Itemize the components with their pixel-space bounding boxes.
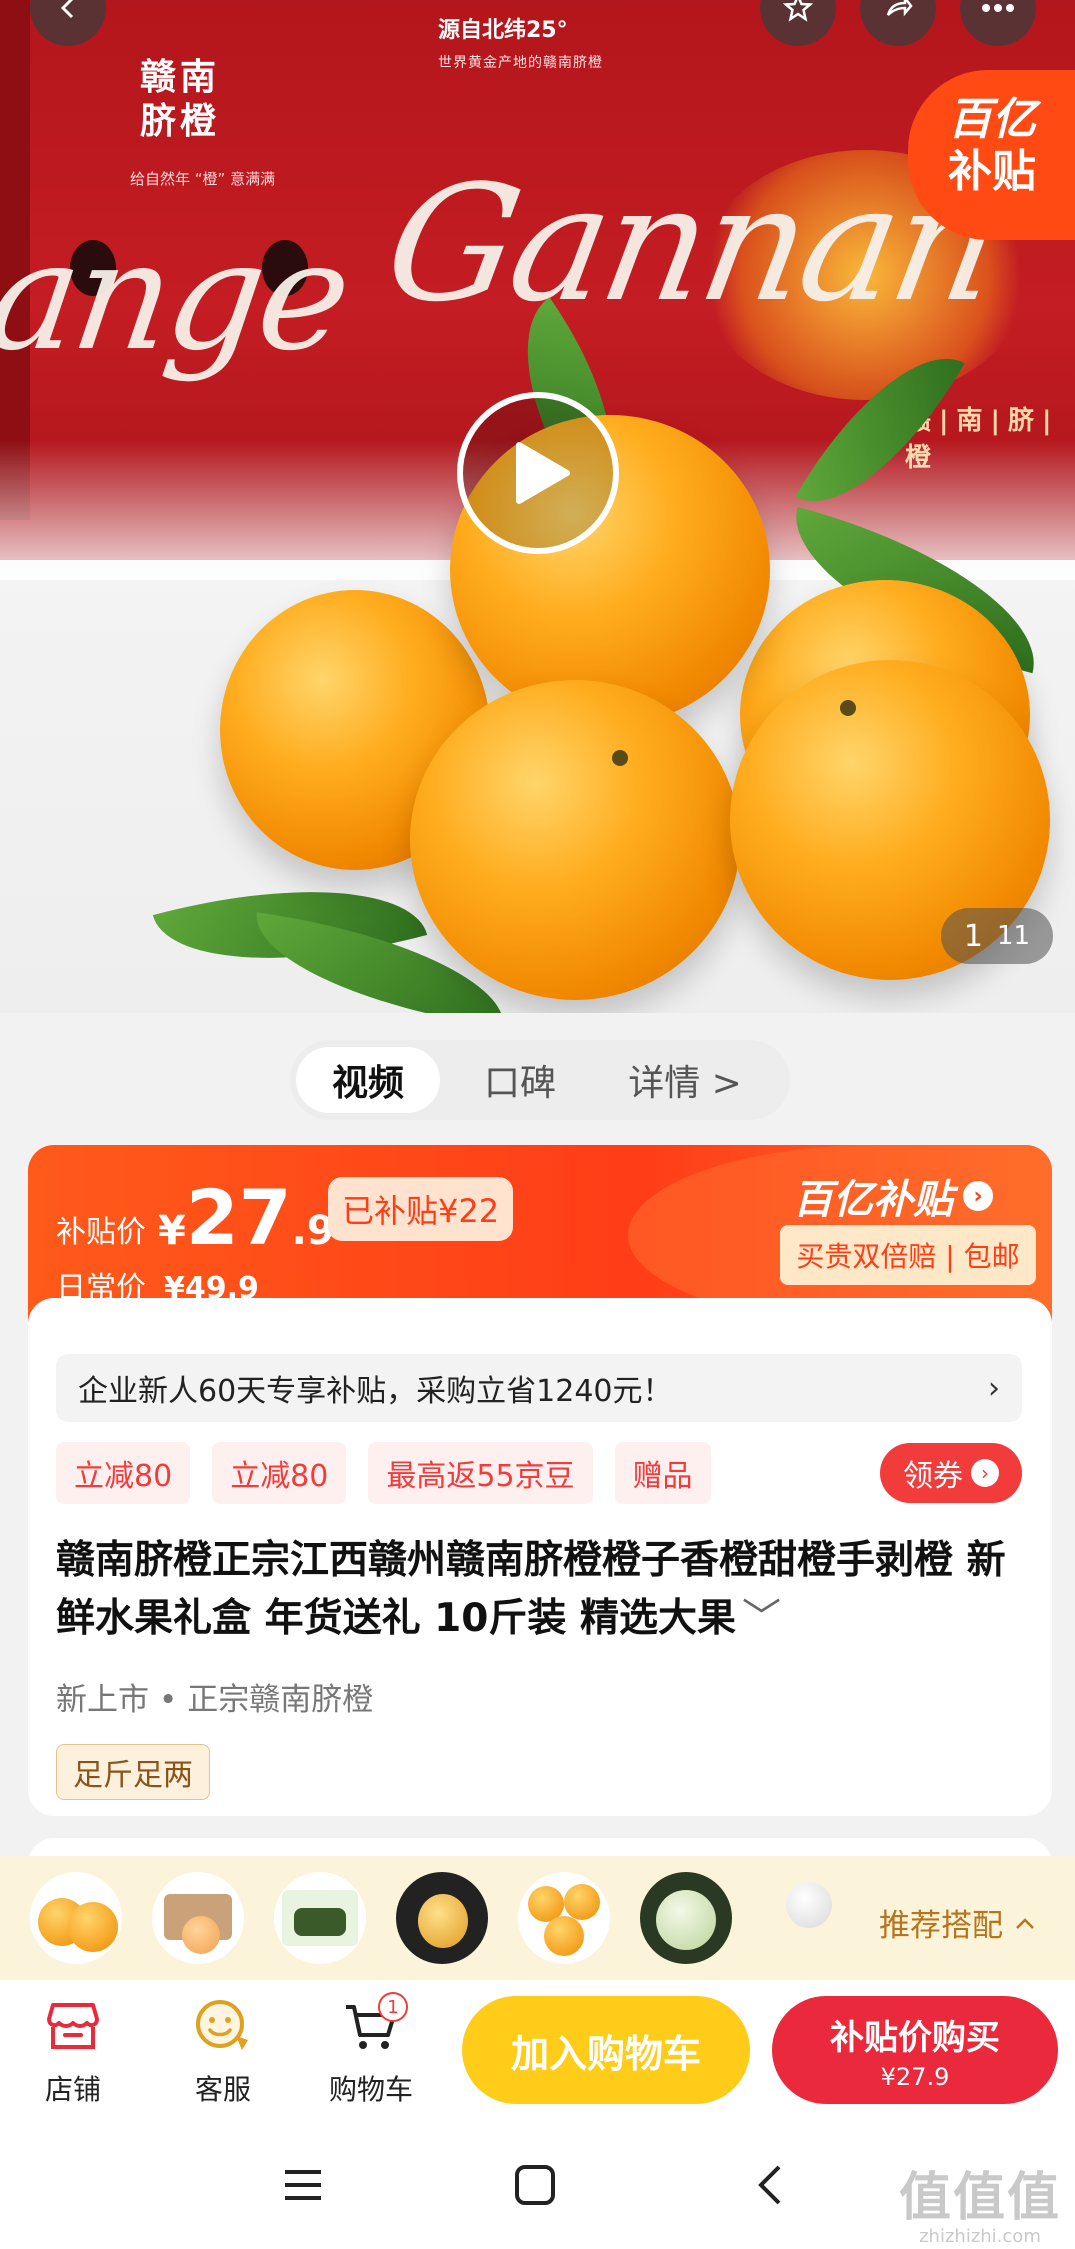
recommend-thumb[interactable] — [518, 1872, 610, 1964]
cart-button[interactable]: 1 购物车 — [316, 1990, 426, 2108]
home-icon[interactable] — [500, 2150, 570, 2220]
bottom-action-bar: 店铺 客服 1 购物车 加入购物车 补贴价购买 ¥27.9 — [0, 1980, 1075, 2120]
play-icon — [516, 442, 570, 504]
customer-service-label: 客服 — [194, 2073, 251, 2106]
box-slogan: 给自然年 “橙” 意满满 — [130, 170, 276, 188]
cart-count-badge: 1 — [378, 1992, 408, 2022]
recommend-label: 推荐搭配 — [879, 1908, 1003, 1944]
watermark-url: zhizhizhi.com — [919, 2226, 1041, 2247]
customer-service-icon — [196, 2000, 248, 2050]
box-brand-text: 赣南脐橙 — [140, 56, 221, 142]
recommend-thumb[interactable] — [396, 1872, 488, 1964]
orange-stem — [840, 700, 856, 716]
chevron-right-icon: › — [971, 1459, 999, 1487]
expand-chevron-icon[interactable]: ﹀ — [742, 1596, 781, 1641]
subsidized-amount-tag: 已补贴¥22 — [328, 1177, 514, 1241]
shop-label: 店铺 — [44, 2073, 101, 2106]
buy-now-label: 补贴价购买 — [830, 2017, 1000, 2058]
product-meta: 新上市 • 正宗赣南脐橙 — [56, 1674, 373, 1719]
recommend-thumb[interactable] — [152, 1872, 244, 1964]
content-tabs: 视频 口碑 详情 > — [290, 1040, 790, 1120]
subsidy-price-label: 补贴价 — [56, 1215, 146, 1250]
back-nav-icon[interactable] — [735, 2150, 805, 2220]
tab-reviews[interactable]: 口碑 — [440, 1047, 600, 1113]
customer-service-button[interactable]: 客服 — [168, 1990, 278, 2108]
shop-button[interactable]: 店铺 — [18, 1990, 128, 2108]
subsidy-badge-line1: 百亿 — [948, 94, 1036, 145]
recommend-thumb[interactable] — [762, 1872, 854, 1964]
meta-separator: • — [159, 1682, 178, 1718]
recommend-thumb[interactable] — [30, 1872, 122, 1964]
box-script-left: ange — [0, 210, 358, 384]
buy-now-price: ¥27.9 — [880, 2062, 950, 2091]
product-title-text: 赣南脐橙正宗江西赣州赣南脐橙橙子香橙甜橙手剥橙 新鲜水果礼盒 年货送礼 10斤装… — [56, 1538, 1006, 1641]
menu-icon[interactable] — [268, 2150, 338, 2220]
product-info-card: 企业新人60天专享补贴，采购立省1240元！ › 立减80 立减80 最高返55… — [28, 1298, 1052, 1816]
image-counter: 1 11 — [941, 908, 1053, 964]
shop-icon — [47, 2003, 99, 2049]
recommend-thumb[interactable] — [274, 1872, 366, 1964]
buy-now-button[interactable]: 补贴价购买 ¥27.9 — [772, 1996, 1058, 2104]
product-title: 赣南脐橙正宗江西赣州赣南脐橙橙子香橙甜橙手剥橙 新鲜水果礼盒 年货送礼 10斤装… — [56, 1532, 1036, 1648]
subsidy-program-title: 百亿补贴 — [793, 1177, 953, 1223]
promo-tag: 立减80 — [212, 1442, 347, 1504]
play-video-button[interactable] — [457, 392, 619, 554]
feature-tag: 足斤足两 — [56, 1744, 210, 1800]
tab-details[interactable]: 详情 > — [600, 1047, 770, 1113]
orange-stem — [612, 750, 628, 766]
cart-label: 购物车 — [328, 2073, 413, 2106]
price-currency: ¥ — [158, 1208, 186, 1254]
chevron-right-icon: › — [988, 1370, 1000, 1406]
box-top-slogan: 源自北纬25° — [438, 18, 568, 43]
subsidy-price: ¥27.9 — [158, 1173, 335, 1262]
subsidy-program-link[interactable]: 百亿补贴 › — [793, 1167, 993, 1225]
orange-fruit — [410, 680, 740, 1000]
image-index: 1 — [963, 918, 983, 954]
subsidy-badge: 百亿 补贴 — [908, 70, 1075, 240]
subsidy-badge-line2: 补贴 — [948, 146, 1036, 197]
product-image-carousel[interactable]: 赣南脐橙 给自然年 “橙” 意满满 源自北纬25° 世界黄金产地的赣南脐橙 an… — [0, 0, 1075, 1013]
recommend-strip[interactable]: 推荐搭配 — [0, 1856, 1075, 1980]
get-coupon-button[interactable]: 领券 › — [880, 1443, 1022, 1503]
guarantee-badge: 买贵双倍赔 | 包邮 — [780, 1225, 1036, 1285]
promo-tag: 立减80 — [56, 1442, 191, 1504]
coupon-label: 领券 — [903, 1459, 963, 1494]
promo-tag: 赠品 — [614, 1442, 711, 1504]
tab-video[interactable]: 视频 — [296, 1047, 440, 1113]
meta-new: 新上市 — [56, 1682, 149, 1718]
recommend-combo-toggle[interactable]: 推荐搭配 — [879, 1900, 1035, 1945]
recommend-thumb[interactable] — [640, 1872, 732, 1964]
image-total: 11 — [997, 921, 1031, 951]
meta-origin: 正宗赣南脐橙 — [187, 1682, 374, 1718]
watermark-text: 值值值 — [898, 2168, 1061, 2228]
promo-tags: 立减80 立减80 最高返55京豆 赠品 — [56, 1442, 711, 1504]
site-watermark: 值值值 zhizhizhi.com — [899, 2155, 1061, 2247]
promo-tag: 最高返55京豆 — [368, 1442, 593, 1504]
promo-text: 企业新人60天专享补贴，采购立省1240元！ — [78, 1374, 673, 1409]
price-integer: 27 — [185, 1173, 292, 1262]
enterprise-promo-bar[interactable]: 企业新人60天专享补贴，采购立省1240元！ › — [56, 1354, 1022, 1422]
add-to-cart-button[interactable]: 加入购物车 — [462, 1996, 750, 2104]
box-top-slogan-sub: 世界黄金产地的赣南脐橙 — [438, 55, 603, 71]
chevron-up-icon — [1016, 1917, 1034, 1929]
chevron-right-icon: › — [963, 1181, 993, 1211]
